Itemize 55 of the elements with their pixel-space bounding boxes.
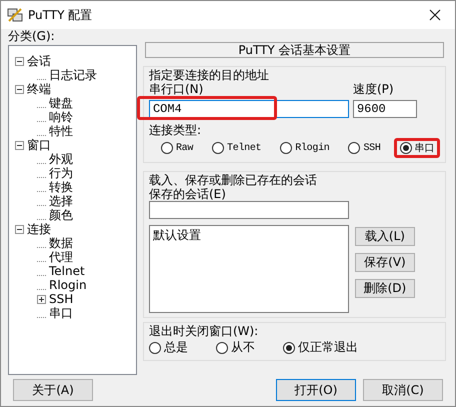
tree-item[interactable]: 数据 xyxy=(49,236,73,250)
radio-option[interactable]: Telnet xyxy=(212,142,262,154)
session-item[interactable]: 默认设置 xyxy=(152,228,345,242)
tree-item[interactable]: 响铃 xyxy=(49,110,73,124)
tree-item[interactable]: 代理 xyxy=(49,250,73,264)
close-icon[interactable] xyxy=(429,9,441,21)
tree-item[interactable]: 行为 xyxy=(49,166,73,180)
collapse-icon[interactable] xyxy=(15,84,24,94)
group-title: 指定要连接的目的地址 xyxy=(148,68,270,82)
tree-item[interactable]: 键盘 xyxy=(49,96,73,110)
radio-option[interactable]: SSH xyxy=(348,142,381,154)
app-icon xyxy=(7,7,23,23)
collapse-icon[interactable] xyxy=(15,224,24,234)
category-label: 分类(G): xyxy=(8,29,56,43)
open-button[interactable]: 打开(O) xyxy=(276,379,356,401)
collapse-icon[interactable] xyxy=(15,140,24,150)
session-name-field[interactable] xyxy=(148,201,349,219)
session-button[interactable]: 载入(L) xyxy=(354,227,415,246)
group-title: 退出时关闭窗口(W): xyxy=(148,324,260,338)
tree-item[interactable]: 终端 xyxy=(27,82,51,96)
tree-item[interactable]: 转换 xyxy=(49,180,73,194)
tree-item[interactable]: 颜色 xyxy=(49,208,73,222)
session-button[interactable]: 保存(V) xyxy=(354,253,415,272)
tree-item[interactable]: 特性 xyxy=(49,124,73,138)
tree-item[interactable]: 选择 xyxy=(49,194,73,208)
speed-field[interactable]: 9600 xyxy=(352,100,417,118)
connection-type-label: 连接类型: xyxy=(148,123,202,137)
radio-option[interactable]: 总是 xyxy=(148,339,188,356)
tree-item[interactable]: 外观 xyxy=(49,152,73,166)
session-list[interactable]: 默认设置 xyxy=(148,225,349,313)
about-button[interactable]: 关于(A) xyxy=(13,379,93,401)
collapse-icon[interactable] xyxy=(15,56,24,66)
radio-option[interactable]: Raw xyxy=(160,142,194,154)
tree-item[interactable]: Rlogin xyxy=(49,278,87,292)
expand-icon[interactable] xyxy=(37,294,46,304)
group-title: 载入、保存或删除已存在的会话 xyxy=(148,173,318,187)
session-button[interactable]: 删除(D) xyxy=(354,279,415,298)
radio-option[interactable]: Rlogin xyxy=(280,142,330,154)
tree-item[interactable]: Telnet xyxy=(49,264,85,278)
radio-option[interactable]: 从不 xyxy=(216,339,255,356)
tree-item[interactable]: 会话 xyxy=(27,54,51,68)
cancel-button[interactable]: 取消(C) xyxy=(363,379,443,401)
saved-sessions-label: 保存的会话(E) xyxy=(148,187,227,201)
radio-option[interactable]: 仅正常退出 xyxy=(282,339,358,356)
panel-title: PuTTY 会话基本设置 xyxy=(144,42,444,58)
port-label: 串行口(N) xyxy=(148,82,204,96)
tree-item[interactable]: 连接 xyxy=(27,222,51,236)
radio-option[interactable]: 串口 xyxy=(400,141,434,155)
tree-item[interactable]: 串口 xyxy=(49,306,73,320)
window-title: PuTTY 配置 xyxy=(28,6,94,24)
tree-item[interactable]: 日志记录 xyxy=(49,68,97,82)
tree-item[interactable]: 窗口 xyxy=(27,138,51,152)
tree-item[interactable]: SSH xyxy=(49,292,74,306)
port-field[interactable]: COM4 xyxy=(148,100,349,118)
speed-label: 速度(P) xyxy=(352,82,395,96)
